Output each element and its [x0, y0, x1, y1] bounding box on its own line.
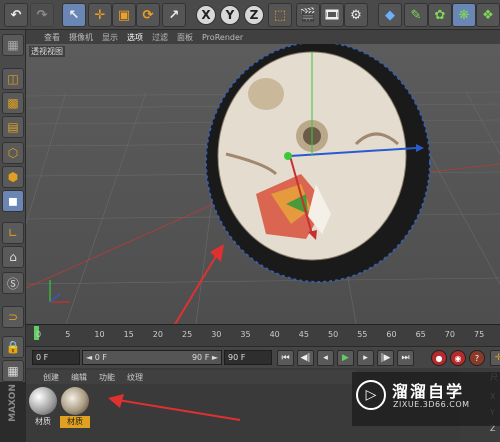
prev-key-icon[interactable]: ◀|: [297, 350, 314, 366]
make-editable-icon[interactable]: ▦: [2, 34, 24, 56]
render-picture-viewer-icon[interactable]: 🎞: [320, 3, 344, 27]
coordinate-system-icon[interactable]: ⬚: [268, 3, 292, 27]
viewport-menu-prorender[interactable]: ProRender: [202, 33, 243, 42]
viewport-menu-camera[interactable]: 摄像机: [69, 32, 93, 43]
render-view-icon[interactable]: 🎬: [296, 3, 320, 27]
y-axis-lock[interactable]: Y: [220, 5, 240, 25]
timeline-tick-label: 25: [182, 330, 193, 339]
material-label: 材质: [35, 417, 51, 426]
model-mode-icon[interactable]: ◫: [2, 68, 24, 90]
watermark-title: 溜溜自学: [392, 382, 465, 401]
range-end-label: 90 F ►: [191, 353, 218, 362]
material-item-selected[interactable]: 材质: [60, 386, 90, 430]
viewport-scene: [26, 44, 500, 324]
material-menu-texture[interactable]: 纹理: [127, 372, 143, 383]
axis-mode-icon[interactable]: ∟: [2, 222, 24, 244]
material-preview: [61, 387, 89, 415]
maxon-logo: MAXON: [8, 384, 18, 422]
z-axis-lock[interactable]: Z: [244, 5, 264, 25]
move-icon[interactable]: ✛: [88, 3, 112, 27]
material-preview: [29, 387, 57, 415]
material-menu-create[interactable]: 创建: [43, 372, 59, 383]
scale-icon[interactable]: ▣: [112, 3, 136, 27]
preview-range-slider[interactable]: ◄ 0 F 90 F ►: [82, 350, 222, 365]
material-item[interactable]: 材质: [28, 386, 58, 430]
viewport-menu-display[interactable]: 显示: [102, 32, 118, 43]
material-menu-function[interactable]: 功能: [99, 372, 115, 383]
animation-toolbar: 0 F ◄ 0 F 90 F ► 90 F ⏮ ◀| ◂ ▶ ▸ |▶ ⏭ ● …: [26, 346, 500, 368]
watermark-url: ZIXUE.3D66.COM: [393, 400, 470, 409]
polygons-mode-icon[interactable]: ◼: [2, 190, 24, 212]
timeline-tick-label: 30: [211, 330, 222, 339]
viewport-menu-view[interactable]: 查看: [44, 32, 60, 43]
timeline-tick-label: 15: [123, 330, 134, 339]
recent-tool-icon[interactable]: ↗: [162, 3, 186, 27]
workplane-icon[interactable]: ▤: [2, 116, 24, 138]
timeline-tick-label: 50: [328, 330, 339, 339]
main-toolbar: ↶ ↷ ↖ ✛ ▣ ⟳ ↗ X Y Z ⬚ 🎬 🎞 ⚙ ◆ ✎ ✿ ❋ ❖: [0, 0, 500, 30]
magnet-icon[interactable]: ⊃: [2, 306, 24, 328]
timeline-tick-label: 35: [240, 330, 251, 339]
mode-toolbar: ▦ ◫ ▩ ▤ ⬡ ⬢ ◼ ∟ ⌂ Ⓢ ⊃ 🔒 ▦: [0, 30, 26, 382]
goto-start-icon[interactable]: ⏮: [277, 350, 294, 366]
timeline-tick-label: 45: [298, 330, 309, 339]
render-settings-icon[interactable]: ⚙: [344, 3, 368, 27]
autokey-icon[interactable]: ◉: [450, 350, 466, 366]
current-frame-field[interactable]: 0 F: [32, 350, 80, 365]
material-label: 材质: [60, 416, 90, 428]
timeline-tick-label: 20: [152, 330, 163, 339]
timeline-tick-label: 70: [444, 330, 455, 339]
timeline-tick-label: 0: [36, 330, 42, 339]
range-start-label: ◄ 0 F: [86, 353, 107, 362]
cube-primitive-icon[interactable]: ◆: [378, 3, 402, 27]
timeline-tick-label: 75: [474, 330, 485, 339]
points-mode-icon[interactable]: ⬡: [2, 142, 24, 164]
viewport-label: 透视视图: [29, 46, 65, 57]
texture-mode-icon[interactable]: ▩: [2, 92, 24, 114]
perspective-viewport[interactable]: [26, 44, 500, 324]
keyframe-selection-icon[interactable]: ?: [469, 350, 485, 366]
x-axis-lock[interactable]: X: [196, 5, 216, 25]
timeline-tick-label: 65: [415, 330, 426, 339]
material-menu-bar: 创建 编辑 功能 纹理: [26, 370, 356, 384]
annotation-arrow: [108, 394, 241, 421]
viewport-menu-bar: 查看 摄像机 显示 选项 过滤 面板 ProRender: [26, 30, 500, 44]
viewport-menu-panel[interactable]: 面板: [177, 32, 193, 43]
generator-icon[interactable]: ❋: [452, 3, 476, 27]
play-logo-icon: ▷: [356, 380, 386, 410]
live-select-icon[interactable]: ↖: [62, 3, 86, 27]
end-frame-field[interactable]: 90 F: [224, 350, 272, 365]
timeline-tick-label: 5: [65, 330, 71, 339]
snap-icon[interactable]: Ⓢ: [2, 272, 24, 294]
viewport-menu-filter[interactable]: 过滤: [152, 32, 168, 43]
edges-mode-icon[interactable]: ⬢: [2, 166, 24, 188]
timeline-tick-label: 55: [357, 330, 368, 339]
goto-end-icon[interactable]: ⏭: [397, 350, 414, 366]
redo-icon[interactable]: ↷: [30, 3, 54, 27]
pen-spline-icon[interactable]: ✎: [404, 3, 428, 27]
play-icon[interactable]: ▶: [337, 350, 354, 366]
tweak-mode-icon[interactable]: ⌂: [2, 246, 24, 268]
material-menu-edit[interactable]: 编辑: [71, 372, 87, 383]
deformer-icon[interactable]: ❖: [476, 3, 500, 27]
record-icon[interactable]: ●: [431, 350, 447, 366]
next-key-icon[interactable]: |▶: [377, 350, 394, 366]
lock-workplane-icon[interactable]: 🔒: [2, 336, 24, 358]
textured-disc[interactable]: [205, 44, 431, 283]
timeline-tick-label: 10: [94, 330, 105, 339]
viewport-menu-options[interactable]: 选项: [127, 32, 143, 43]
timeline-tick-label: 40: [269, 330, 280, 339]
rotate-icon[interactable]: ⟳: [136, 3, 160, 27]
undo-icon[interactable]: ↶: [4, 3, 28, 27]
prev-frame-icon[interactable]: ◂: [317, 350, 334, 366]
subdivision-icon[interactable]: ✿: [428, 3, 452, 27]
position-key-icon[interactable]: ✛: [490, 350, 500, 366]
timeline-tick-label: 60: [386, 330, 397, 339]
next-frame-icon[interactable]: ▸: [357, 350, 374, 366]
